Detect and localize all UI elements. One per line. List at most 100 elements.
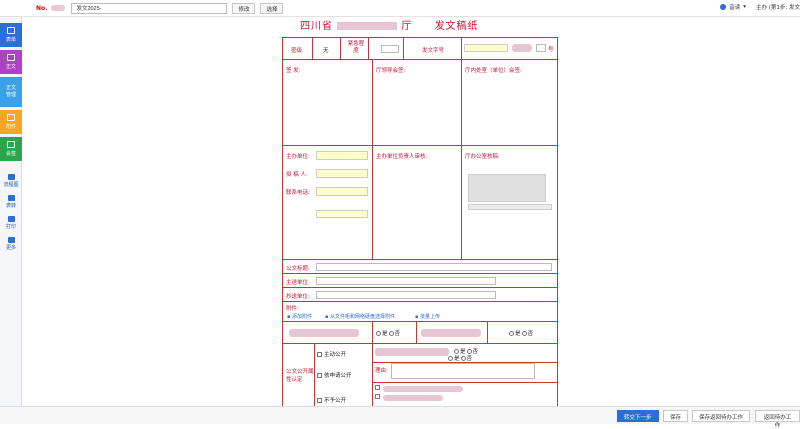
voice-read-button[interactable]: 音读 ▾ [720, 3, 746, 11]
sidebar-tool-print[interactable]: 打印 [0, 216, 22, 230]
doc-number-input[interactable] [71, 2, 228, 14]
row-sign: 签 发: 厅领导会签: 厅内处室（单位）会签: [283, 60, 557, 146]
unit-code-field[interactable] [316, 210, 368, 218]
sidebar-tool-label: 更多 [5, 245, 16, 251]
sidebar-item-label: 会签 [5, 151, 16, 157]
host-unit-field[interactable] [316, 151, 368, 160]
sidebar-item-label: 附件 [5, 124, 16, 130]
reason-textarea[interactable] [391, 363, 535, 379]
add-attachment-label: 添加附件 [291, 314, 312, 320]
sidebar-tool-label: 表转 [5, 203, 16, 209]
speaker-icon [720, 4, 727, 10]
host-unit-label: 主办单位: [286, 154, 310, 160]
redacted-block [289, 329, 359, 337]
top-toolbar: No. 修改 选择 音读 ▾ 主办 (第1步: 发文 [0, 0, 800, 17]
checkbox-icon [7, 141, 15, 148]
dept-countersign-label: 厅内处室（单位）会签: [465, 68, 522, 74]
main-send-input[interactable] [316, 277, 496, 285]
sidebar-item-body[interactable]: 正文 [0, 50, 22, 74]
apply-public-checkbox[interactable]: 依申请公开 [317, 371, 352, 379]
flowchart-icon [7, 174, 15, 180]
save-button[interactable]: 保存 [663, 410, 689, 422]
paperclip-icon [7, 114, 15, 121]
voice-read-label: 音读 [729, 5, 741, 11]
row-public: 公文公开属性认定 主动公开 依申请公开 不予公开 是否 是否 理由: [283, 344, 557, 408]
drafter-field[interactable] [316, 169, 368, 178]
doc-no-year[interactable] [512, 44, 532, 52]
public-attr-label: 公文公开属性认定 [286, 369, 314, 383]
sidebar-tool-flowchart[interactable]: 流程图 [0, 174, 22, 188]
yes-no-radio[interactable]: 是否 [508, 329, 533, 337]
office-review-label: 厅办公室核稿: [465, 154, 500, 160]
doc-no-select[interactable] [464, 44, 508, 52]
sidebar-item-attachment[interactable]: 附件 [0, 110, 22, 134]
choose-attachment-link[interactable]: ▪ 从文件柜和网络硬盘选择附件 [325, 313, 395, 320]
doc-title-right: 厅 [401, 21, 413, 32]
submit-next-step-button[interactable]: 转交下一步 [617, 410, 659, 422]
sidebar-item-countersign[interactable]: 会签 [0, 137, 22, 161]
sidebar-tool-transfer[interactable]: 表转 [0, 195, 22, 209]
doc-number-blur [51, 5, 66, 11]
row-yes-no: 是否 是否 [283, 322, 557, 344]
doc-title: 四川省 厅 发文稿纸 [300, 17, 479, 32]
secret-value: 无 [323, 48, 329, 54]
select-button[interactable]: 选择 [260, 2, 284, 14]
not-public-option-1[interactable] [375, 385, 382, 391]
add-attachment-link[interactable]: ▪ 添加附件 [287, 313, 312, 320]
office-review-textarea[interactable] [468, 174, 546, 202]
sidebar: 表单 正文 正文管理 附件 会签 流程图 表转 打印 更多 [0, 17, 22, 424]
copy-send-input[interactable] [316, 291, 496, 299]
phone-field[interactable] [316, 187, 368, 196]
host-leader-label: 主办单位负责人审核: [376, 154, 428, 160]
copy-send-label: 抄送单位: [286, 294, 310, 300]
subject-input[interactable] [316, 263, 552, 271]
redacted-block [337, 22, 398, 30]
redacted-block [375, 348, 449, 356]
leader-countersign-label: 厅领导会签: [376, 68, 406, 74]
doc-no-unit: 号 [548, 47, 554, 53]
transfer-icon [7, 195, 15, 201]
row-header: 密级 无 紧急程度 发文字号 号 [283, 38, 557, 60]
yes-no-radio[interactable]: 是否 [375, 329, 400, 337]
row-host: 主办单位: 拟 稿 人: 联系电话: 主办单位负责人审核: 厅办公室核稿: [283, 146, 557, 260]
document-icon [7, 54, 15, 61]
sidebar-item-body-manage[interactable]: 正文管理 [0, 77, 22, 107]
doc-title-suffix: 发文稿纸 [434, 21, 479, 32]
doc-title-left: 四川省 [300, 21, 333, 32]
office-review-scrollbar[interactable] [468, 204, 552, 210]
active-public-checkbox[interactable]: 主动公开 [317, 350, 346, 358]
drafter-label: 拟 稿 人: [286, 172, 308, 178]
urgency-select[interactable] [381, 45, 399, 53]
phone-label: 联系电话: [286, 190, 310, 196]
form-icon [7, 27, 15, 34]
not-public-option-2[interactable] [375, 394, 382, 400]
doc-number-label: No. [36, 4, 48, 12]
save-return-button[interactable]: 保存返回待办工作 [692, 410, 751, 422]
grid-icon [7, 237, 15, 243]
sidebar-item-label: 正文管理 [5, 85, 16, 98]
attachment-label: 附件: [286, 306, 299, 312]
edit-button[interactable]: 修改 [232, 2, 256, 14]
urgency-label: 紧急程度 [347, 41, 365, 54]
row-subject: 公文标题: [283, 260, 557, 274]
sidebar-tool-label: 打印 [5, 224, 16, 230]
not-public-checkbox[interactable]: 不予公开 [317, 396, 346, 404]
public-yes-no-radio-2[interactable]: 是否 [447, 354, 472, 362]
redacted-block [421, 329, 481, 337]
printer-icon [7, 216, 15, 222]
sidebar-item-label: 正文 [5, 64, 16, 70]
sidebar-tool-label: 流程图 [3, 182, 19, 188]
subject-label: 公文标题: [286, 266, 310, 272]
sidebar-item-form[interactable]: 表单 [0, 23, 22, 47]
sign-label: 签 发: [286, 68, 301, 74]
row-attachment: 附件: ▪ 添加附件 ▪ 从文件柜和网络硬盘选择附件 ▪ 批量上传 [283, 302, 557, 322]
chevron-down-icon: ▾ [743, 4, 746, 10]
batch-upload-label: 批量上传 [419, 314, 440, 320]
return-todo-button[interactable]: 返回待办工作 [755, 410, 800, 429]
batch-upload-link[interactable]: ▪ 批量上传 [415, 313, 440, 320]
doc-no-number[interactable] [536, 44, 546, 52]
current-step-label: 主办 (第1步: 发文 [756, 5, 800, 11]
bottom-toolbar: 转交下一步 保存 保存返回待办工作 返回待办工作 [0, 406, 800, 429]
row-main-send: 主送单位: [283, 274, 557, 288]
sidebar-tool-more[interactable]: 更多 [0, 237, 22, 251]
